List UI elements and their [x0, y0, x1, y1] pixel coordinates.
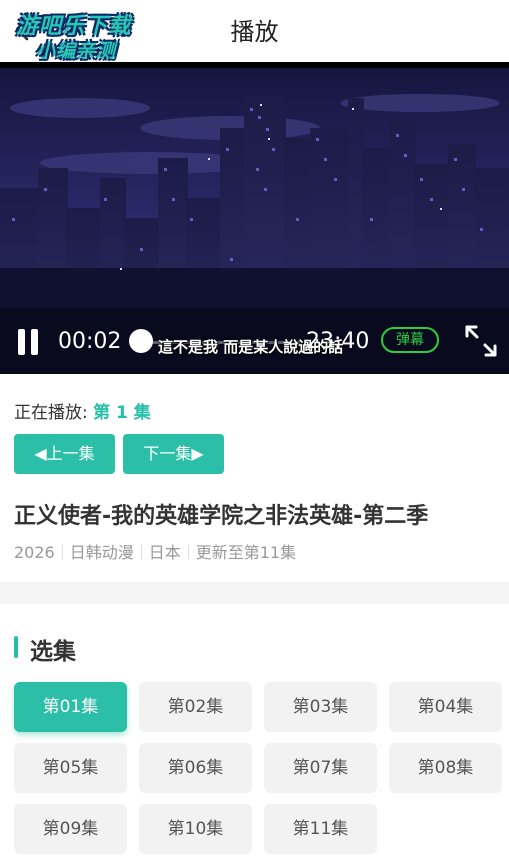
next-episode-button[interactable]: 下一集▶ [123, 434, 224, 474]
page: 游吧乐下载 小编亲测 播放 00:02 這不是我 而是某人說過的話 23:40 … [0, 0, 509, 864]
show-status: 更新至第11集 [195, 543, 297, 562]
total-time: 23:40 [306, 329, 370, 354]
video-player[interactable]: 00:02 這不是我 而是某人說過的話 23:40 弹幕 [0, 62, 509, 374]
section-accent-bar [14, 636, 18, 658]
current-time: 00:02 [58, 329, 122, 354]
episode-button[interactable]: 第01集 [14, 682, 127, 732]
now-playing: 正在播放: 第 1 集 [14, 398, 151, 423]
progress-thumb[interactable] [129, 329, 153, 353]
episode-button[interactable]: 第04集 [389, 682, 502, 732]
now-playing-label: 正在播放: [14, 403, 88, 423]
episode-button[interactable]: 第09集 [14, 804, 127, 854]
episode-button[interactable]: 第11集 [264, 804, 377, 854]
episode-button[interactable]: 第10集 [139, 804, 252, 854]
show-title: 正义使者-我的英雄学院之非法英雄-第二季 [14, 504, 429, 529]
now-playing-episode: 第 1 集 [93, 403, 151, 423]
show-meta: 2026 日韩动漫 日本 更新至第11集 [14, 539, 296, 563]
show-year: 2026 [14, 543, 55, 562]
show-region[interactable]: 日本 [149, 543, 181, 562]
show-category[interactable]: 日韩动漫 [70, 543, 134, 562]
episode-button[interactable]: 第02集 [139, 682, 252, 732]
fullscreen-icon[interactable] [464, 324, 498, 358]
episode-button[interactable]: 第07集 [264, 743, 377, 793]
episodes-section-title: 选集 [30, 639, 76, 665]
player-controls: 00:02 這不是我 而是某人說過的話 23:40 弹幕 [0, 324, 509, 374]
episode-button[interactable]: 第03集 [264, 682, 377, 732]
pause-icon[interactable] [16, 329, 40, 355]
episode-button[interactable]: 第05集 [14, 743, 127, 793]
section-divider [0, 582, 509, 604]
page-title: 播放 [230, 18, 279, 46]
header: 游吧乐下载 小编亲测 播放 [0, 0, 509, 62]
episode-button[interactable]: 第06集 [139, 743, 252, 793]
prev-episode-button[interactable]: ◀上一集 [14, 434, 115, 474]
danmu-toggle[interactable]: 弹幕 [381, 327, 439, 353]
episode-button[interactable]: 第08集 [389, 743, 502, 793]
